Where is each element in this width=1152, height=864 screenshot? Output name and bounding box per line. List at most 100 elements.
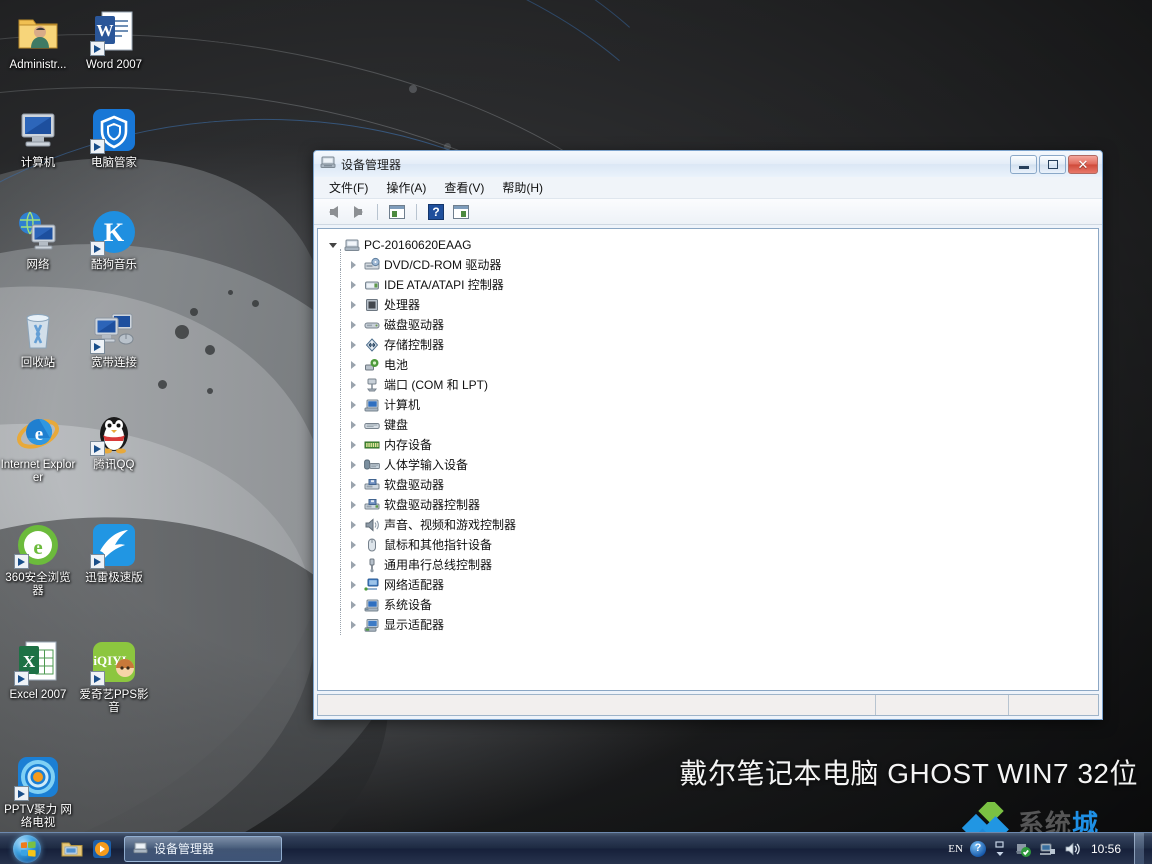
tree-node-floppy-controller[interactable]: 软盘驱动器控制器 [326, 495, 1098, 515]
status-pane-3 [1008, 695, 1098, 715]
desktop-icon-network[interactable]: 网络 [0, 204, 76, 272]
help-question-icon[interactable]: ? [425, 202, 447, 222]
chevron-right-icon[interactable] [348, 279, 360, 291]
chevron-right-icon[interactable] [348, 499, 360, 511]
tree-node-display-adapter[interactable]: 显示适配器 [326, 615, 1098, 635]
tree-node-battery[interactable]: 电池 [326, 355, 1098, 375]
clock[interactable]: 10:56 [1091, 842, 1121, 856]
chevron-right-icon[interactable] [348, 439, 360, 451]
desktop-icon-excel-2007[interactable]: X Excel 2007 [0, 634, 76, 715]
menu-action[interactable]: 操作(A) [377, 177, 435, 198]
menu-file[interactable]: 文件(F) [320, 177, 377, 198]
tree-node-keyboard[interactable]: 键盘 [326, 415, 1098, 435]
chevron-right-icon[interactable] [348, 399, 360, 411]
tree-node-network-adapter[interactable]: 网络适配器 [326, 575, 1098, 595]
desktop-icon-computer[interactable]: 计算机 [0, 102, 76, 170]
close-button[interactable]: ✕ [1068, 155, 1098, 174]
desktop-icon-360-browser[interactable]: e 360安全浏览器 [0, 517, 76, 598]
tree-node-floppy-drive[interactable]: 软盘驱动器 [326, 475, 1098, 495]
media-player-icon[interactable] [88, 835, 116, 863]
desktop-icon-broadband-connection[interactable]: 宽带连接 [76, 302, 152, 370]
desktop-icon-word-2007[interactable]: W Word 2007 [76, 4, 152, 72]
desktop-icon-recycle-bin[interactable]: 回收站 [0, 302, 76, 370]
chevron-right-icon[interactable] [348, 479, 360, 491]
taskbar-item-device-manager[interactable]: 设备管理器 [124, 836, 282, 862]
help-circle-icon[interactable]: ? [970, 841, 986, 857]
desktop-icon-tencent-qq[interactable]: 腾讯QQ [76, 404, 152, 485]
tree-node-disk-drive[interactable]: 磁盘驱动器 [326, 315, 1098, 335]
usb-controller-icon [364, 557, 380, 573]
svg-text:e: e [33, 535, 42, 559]
taskbar[interactable]: 设备管理器 EN ? [0, 832, 1152, 864]
tree-node-label: PC-20160620EAAG [364, 237, 471, 253]
tree-node-computer[interactable]: 计算机 [326, 395, 1098, 415]
chevron-right-icon[interactable] [348, 579, 360, 591]
language-indicator[interactable]: EN [948, 843, 963, 855]
chevron-right-icon[interactable] [348, 379, 360, 391]
shortcut-overlay-icon [90, 339, 105, 354]
tree-root-node[interactable]: PC-20160620EAAG [326, 235, 1098, 255]
tree-node-hid-input[interactable]: 人体学输入设备 [326, 455, 1098, 475]
tree-node-system-device[interactable]: 系统设备 [326, 595, 1098, 615]
volume-tray-icon[interactable] [1064, 840, 1082, 858]
desktop[interactable]: Administr... W Word 2007 [0, 0, 1152, 864]
desktop-icon-administrator[interactable]: Administr... [0, 4, 76, 72]
desktop-icon-internet-explorer[interactable]: e Internet Explorer [0, 404, 76, 485]
desktop-icon-label: Administr... [0, 59, 76, 72]
tencent-qq-penguin-icon [90, 408, 138, 456]
tree-node-sound-video-game[interactable]: 声音、视频和游戏控制器 [326, 515, 1098, 535]
iqiyi-pps-icon: iQIYI [90, 638, 138, 686]
chevron-right-icon[interactable] [348, 599, 360, 611]
desktop-icon-kugou-music[interactable]: K 酷狗音乐 [76, 204, 152, 272]
network-icon [14, 208, 62, 256]
tree-node-label: 网络适配器 [384, 577, 444, 593]
chevron-right-icon[interactable] [348, 259, 360, 271]
chevron-down-icon[interactable] [328, 239, 340, 251]
back-arrow-icon[interactable] [322, 202, 344, 222]
tree-node-ide-controller[interactable]: IDE ATA/ATAPI 控制器 [326, 275, 1098, 295]
window-titlebar[interactable]: 设备管理器 ✕ [314, 151, 1102, 177]
chevron-right-icon[interactable] [348, 619, 360, 631]
shortcut-overlay-icon [90, 41, 105, 56]
chevron-right-icon[interactable] [348, 519, 360, 531]
minimize-button[interactable] [1010, 155, 1037, 174]
device-manager-window[interactable]: 设备管理器 ✕ 文件(F) 操作(A) 查看(V) 帮助(H) ? [313, 150, 1103, 720]
tree-node-memory-device[interactable]: 内存设备 [326, 435, 1098, 455]
tree-node-ports[interactable]: 端口 (COM 和 LPT) [326, 375, 1098, 395]
start-button[interactable] [2, 834, 52, 864]
chevron-right-icon[interactable] [348, 359, 360, 371]
device-tree[interactable]: PC-20160620EAAG DVD/CD-ROM 驱动器 [318, 229, 1098, 635]
chevron-right-icon[interactable] [348, 299, 360, 311]
desktop-icon-pc-manager[interactable]: 电脑管家 [76, 102, 152, 170]
tree-node-dvd-cdrom[interactable]: DVD/CD-ROM 驱动器 [326, 255, 1098, 275]
tree-node-processor[interactable]: 处理器 [326, 295, 1098, 315]
chevron-right-icon[interactable] [348, 319, 360, 331]
tree-panel[interactable]: PC-20160620EAAG DVD/CD-ROM 驱动器 [317, 228, 1099, 691]
security-shield-icon[interactable] [1014, 840, 1032, 858]
chevron-right-icon[interactable] [348, 559, 360, 571]
show-hidden-icons-arrow[interactable] [993, 840, 1007, 858]
pptv-icon [14, 753, 62, 801]
show-hide-tree-icon[interactable] [386, 202, 408, 222]
desktop-icon-iqiyi-pps[interactable]: iQIYI 爱奇艺PPS影音 [76, 634, 152, 715]
chevron-right-icon[interactable] [348, 419, 360, 431]
system-device-icon [364, 597, 380, 613]
chevron-right-icon[interactable] [348, 339, 360, 351]
forward-arrow-icon[interactable] [347, 202, 369, 222]
chevron-right-icon[interactable] [348, 459, 360, 471]
desktop-icon-thunder-xunlei[interactable]: 迅雷极速版 [76, 517, 152, 598]
desktop-icon-pptv[interactable]: PPTV聚力 网络电视 [0, 749, 76, 830]
tree-node-mouse-pointer[interactable]: 鼠标和其他指针设备 [326, 535, 1098, 555]
chevron-right-icon[interactable] [348, 539, 360, 551]
properties-panel-icon[interactable] [450, 202, 472, 222]
maximize-button[interactable] [1039, 155, 1066, 174]
tree-node-storage-controller[interactable]: 存储控制器 [326, 335, 1098, 355]
status-pane-1 [318, 695, 875, 715]
menu-view[interactable]: 查看(V) [435, 177, 493, 198]
windows-explorer-icon[interactable] [58, 835, 86, 863]
network-tray-icon[interactable] [1039, 840, 1057, 858]
menu-help[interactable]: 帮助(H) [493, 177, 552, 198]
broadband-connection-icon [90, 306, 138, 354]
tree-node-usb-controller[interactable]: 通用串行总线控制器 [326, 555, 1098, 575]
show-desktop-button[interactable] [1134, 833, 1144, 864]
